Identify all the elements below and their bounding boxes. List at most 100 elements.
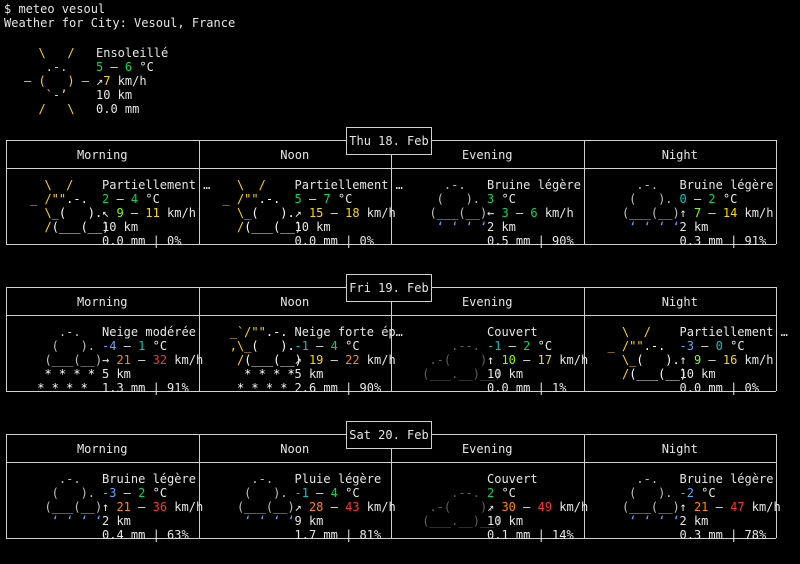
forecast-precip: 0.0 mm | 0% (679, 381, 759, 395)
forecast-desc: Bruine légère (102, 472, 196, 486)
current-visibility: 10 km (96, 88, 133, 102)
forecast-visibility: 10 km (102, 220, 139, 234)
forecast-precip: 0.5 mm | 90% (487, 234, 574, 248)
forecast-desc: Bruine légère (679, 178, 774, 192)
forecast-wind: ↑ 10 – 17 km/h (487, 353, 589, 367)
forecast-desc: Couvert (487, 325, 538, 339)
forecast-visibility: 5 km (294, 367, 324, 381)
current-precip: 0.0 mm (96, 102, 140, 116)
forecast-desc: Couvert (487, 472, 538, 486)
forecast-info: Bruine légère -3 – 2 °C ↑ 21 – 36 km/h 2 km… (102, 472, 203, 542)
forecast-precip: 0.0 mm | 0% (294, 234, 374, 248)
forecast-desc: Partiellement … (102, 178, 211, 192)
forecast-wind: ↗ 19 – 22 km/h (294, 353, 396, 367)
forecast-info: Partiellement … 5 – 7 °C ↗ 15 – 18 km/h 10 … (295, 178, 403, 248)
forecast-info: Pluie légère -1 – 4 °C ↗ 28 – 43 km/h 9 km 1… (295, 472, 396, 542)
forecast-visibility: 2 km (679, 220, 709, 234)
forecast-info: Couvert 2 °C ↗ 30 – 49 km/h 10 km 0.1 mm | 1… (487, 472, 588, 542)
period-header: Night (661, 148, 698, 162)
forecast-visibility: 9 km (294, 514, 324, 528)
forecast-desc: Bruine légère (679, 472, 774, 486)
command-prompt: $ meteo vesoul (4, 2, 106, 16)
forecast-temp: 0 – 2 °C (679, 192, 738, 206)
forecast-wind: ↑ 9 – 16 km/h (679, 353, 774, 367)
forecast-info: Partiellement … 2 – 4 °C ↖ 9 – 11 km/h 10 k… (102, 178, 210, 248)
forecast-visibility: 10 km (679, 367, 716, 381)
forecast-precip: 0.0 mm | 0% (102, 234, 182, 248)
forecast-temp: 2 – 4 °C (102, 192, 160, 206)
forecast-desc: Partiellement … (679, 325, 788, 339)
forecast-desc: Bruine légère (487, 178, 581, 192)
drizzle-icon: .-. ( ). (___(__) ‘ ‘ ‘ ‘ (30, 472, 110, 528)
forecast-precip: 0.0 mm | 1% (487, 381, 567, 395)
period-header: Night (661, 295, 698, 309)
forecast-desc: Neige forte ép… (294, 325, 403, 339)
forecast-visibility: 10 km (487, 514, 524, 528)
period-header: Noon (280, 442, 310, 456)
current-temp: 5 – 6 °C (96, 60, 154, 74)
forecast-wind: ↖ 9 – 11 km/h (102, 206, 196, 220)
forecast-info: Bruine légère -2 °C ↑ 21 – 47 km/h 2 km 0.3 … (680, 472, 781, 542)
drizzle-icon: .-. ( ). (___(__) ‘ ‘ ‘ ‘ (415, 178, 495, 234)
forecast-wind: ↑ 21 – 47 km/h (679, 500, 781, 514)
forecast-temp: 5 – 7 °C (294, 192, 353, 206)
forecast-precip: 0.1 mm | 14% (487, 528, 574, 542)
forecast-temp: -1 – 4 °C (294, 486, 360, 500)
weather-header: Weather for City: Vesoul, France (4, 16, 236, 30)
sun-icon: \ / .-. ― ( ) ― `-’ / \ (24, 46, 104, 116)
period-header: Evening (461, 148, 513, 162)
period-header: Noon (280, 148, 310, 162)
forecast-visibility: 10 km (487, 367, 524, 381)
forecast-precip: 2.6 mm | 90% (294, 381, 382, 395)
forecast-info: Bruine légère 0 – 2 °C ↑ 7 – 14 km/h 2 km 0.… (680, 178, 774, 248)
period-header: Evening (461, 442, 513, 456)
forecast-precip: 0.4 mm | 63% (102, 528, 189, 542)
forecast-precip: 0.3 mm | 78% (679, 528, 767, 542)
forecast-info: Partiellement … -3 – 0 °C ↑ 9 – 16 km/h 10 … (680, 325, 788, 395)
forecast-wind: ↗ 28 – 43 km/h (294, 500, 396, 514)
period-header: Morning (76, 148, 128, 162)
forecast-visibility: 2 km (102, 514, 131, 528)
current-conditions: Ensoleillé 5 – 6 °C ↗7 km/h 10 km 0.0 mm (96, 46, 168, 116)
forecast-temp: -3 – 2 °C (102, 486, 168, 500)
table-column-divider (776, 140, 777, 244)
forecast-desc: Neige modérée (102, 325, 196, 339)
forecast-precip: 0.3 mm | 91% (679, 234, 767, 248)
forecast-wind: ↗ 30 – 49 km/h (487, 500, 589, 514)
period-header: Morning (76, 442, 128, 456)
period-header: Morning (76, 295, 128, 309)
forecast-temp: -4 – 1 °C (102, 339, 168, 353)
forecast-precip: 1.3 mm | 91% (102, 381, 189, 395)
forecast-precip: 1.7 mm | 81% (294, 528, 382, 542)
forecast-desc: Partiellement … (294, 178, 403, 192)
forecast-wind: ↑ 21 – 36 km/h (102, 500, 204, 514)
drizzle-icon: .-. ( ). (___(__) ‘ ‘ ‘ ‘ (222, 472, 302, 528)
period-header: Noon (280, 295, 310, 309)
period-header: Night (661, 442, 698, 456)
forecast-wind: ← 3 – 6 km/h (487, 206, 574, 220)
snow-icon: .-. ( ). (___(__) * * * * * * * * (30, 325, 110, 395)
period-header: Evening (461, 295, 513, 309)
forecast-wind: ↑ 7 – 14 km/h (679, 206, 774, 220)
forecast-temp: 3 °C (487, 192, 516, 206)
forecast-temp: -2 °C (679, 486, 716, 500)
drizzle-icon: .-. ( ). (___(__) ‘ ‘ ‘ ‘ (607, 178, 687, 234)
forecast-temp: -1 – 4 °C (294, 339, 360, 353)
current-desc: Ensoleillé (96, 46, 169, 60)
forecast-info: Bruine légère 3 °C ← 3 – 6 km/h 2 km 0.5 mm … (487, 178, 581, 248)
forecast-info: Couvert -1 – 2 °C ↑ 10 – 17 km/h 10 km 0.0 m… (487, 325, 588, 395)
forecast-wind: → 21 – 32 km/h (102, 353, 204, 367)
forecast-visibility: 2 km (487, 220, 516, 234)
forecast-visibility: 10 km (294, 220, 331, 234)
forecast-info: Neige forte ép… -1 – 4 °C ↗ 19 – 22 km/h 5 … (295, 325, 403, 395)
forecast-temp: 2 °C (487, 486, 516, 500)
forecast-desc: Pluie légère (294, 472, 382, 486)
drizzle-icon: .-. ( ). (___(__) ‘ ‘ ‘ ‘ (607, 472, 687, 528)
current-wind: ↗7 km/h (96, 74, 147, 88)
forecast-info: Neige modérée -4 – 1 °C → 21 – 32 km/h 5 km… (102, 325, 203, 395)
forecast-temp: -3 – 0 °C (679, 339, 745, 353)
forecast-wind: ↗ 15 – 18 km/h (294, 206, 396, 220)
forecast-visibility: 2 km (679, 514, 709, 528)
forecast-visibility: 5 km (102, 367, 131, 381)
forecast-temp: -1 – 2 °C (487, 339, 553, 353)
